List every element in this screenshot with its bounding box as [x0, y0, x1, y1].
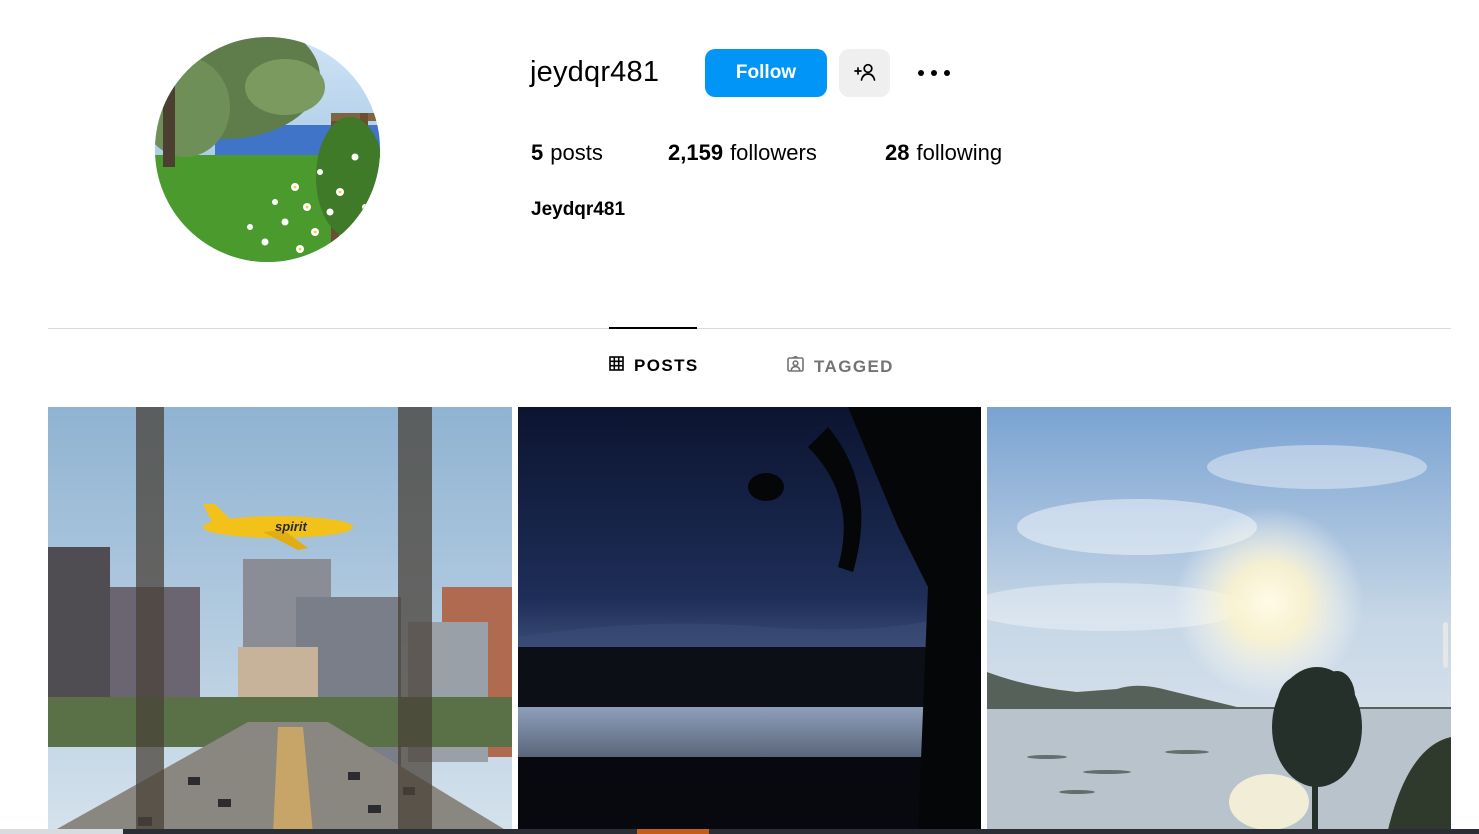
add-person-icon [853, 62, 877, 85]
profile-full-name: Jeydqr481 [531, 199, 626, 220]
taskbar [0, 829, 1479, 834]
misty-lake-sun-photo [987, 407, 1451, 834]
taskbar-segment [637, 829, 709, 834]
suggested-accounts-button[interactable] [839, 49, 890, 97]
tagged-icon [787, 355, 804, 377]
posts-count-value: 5 [531, 140, 544, 165]
more-options-icon [917, 64, 951, 82]
tab-posts-label: POSTS [634, 356, 699, 375]
tab-tagged[interactable]: TAGGED [787, 355, 894, 377]
post-thumbnail[interactable]: spirit [48, 407, 512, 834]
scrollbar-thumb[interactable] [1443, 622, 1448, 668]
active-tab-indicator [609, 327, 697, 329]
dark-lake-sunset-photo [518, 407, 981, 834]
tab-tagged-label: TAGGED [814, 356, 894, 376]
followers-count-value: 2,159 [668, 140, 724, 165]
more-options-button[interactable] [912, 58, 956, 88]
profile-username: jeydqr481 [530, 56, 660, 88]
following-link[interactable]: 28 following [885, 140, 1002, 166]
post-thumbnail[interactable] [518, 407, 981, 834]
taskbar-segment [0, 829, 123, 834]
posts-count-label: posts [550, 140, 603, 165]
followers-link[interactable]: 2,159 followers [668, 140, 817, 166]
svg-text:spirit: spirit [275, 519, 307, 534]
post-thumbnail[interactable] [987, 407, 1451, 834]
following-count-value: 28 [885, 140, 910, 165]
followers-count-label: followers [730, 140, 817, 165]
posts-count: 5 posts [531, 140, 603, 166]
tab-posts[interactable]: POSTS [609, 356, 699, 376]
tabs-divider [48, 328, 1451, 329]
airplane-city-photo: spirit [48, 407, 512, 834]
grid-icon [609, 356, 624, 376]
profile-page: jeydqr481 Follow 5 posts 2,159 followers… [0, 0, 1479, 834]
following-count-label: following [916, 140, 1003, 165]
profile-avatar[interactable] [155, 37, 380, 262]
follow-button[interactable]: Follow [705, 49, 827, 97]
